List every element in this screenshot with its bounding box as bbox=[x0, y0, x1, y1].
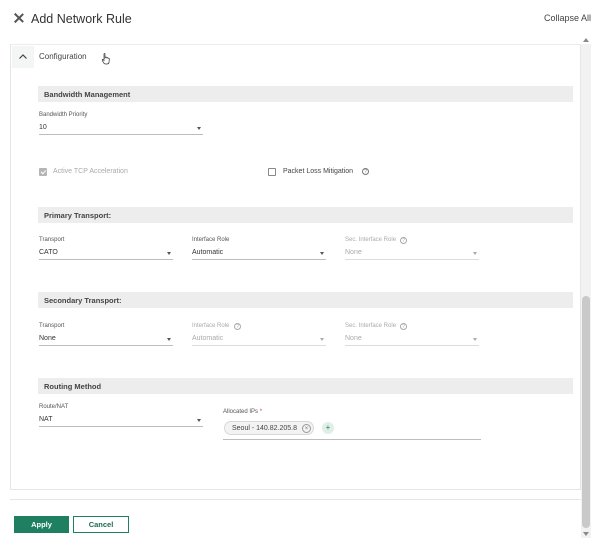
bandwidth-priority-value: 10 bbox=[39, 124, 47, 131]
ip-chip: Seoul - 140.82.205.8 × bbox=[224, 421, 314, 435]
chevron-down-icon bbox=[167, 252, 171, 255]
secondary-transport-label: Transport bbox=[39, 323, 65, 329]
active-tcp-checkbox[interactable] bbox=[39, 168, 47, 176]
scrollbar-thumb[interactable] bbox=[582, 296, 590, 528]
primary-sec-role-label: Sec. Interface Role bbox=[345, 237, 397, 243]
cancel-button[interactable]: Cancel bbox=[73, 516, 129, 533]
configuration-card: Configuration Bandwidth Management Bandw… bbox=[10, 44, 581, 490]
chevron-down-icon bbox=[167, 338, 171, 341]
primary-transport-section-header: Primary Transport: bbox=[38, 207, 573, 223]
configuration-label: Configuration bbox=[39, 52, 87, 61]
bandwidth-section-header: Bandwidth Management bbox=[38, 86, 573, 102]
secondary-transport-value: None bbox=[39, 335, 56, 342]
chevron-down-icon bbox=[473, 252, 477, 255]
allocated-ips-label: Allocated IPs * bbox=[223, 409, 262, 415]
close-icon[interactable] bbox=[12, 11, 26, 25]
chevron-down-icon bbox=[320, 338, 324, 341]
secondary-role-value: Automatic bbox=[192, 335, 224, 342]
allocated-ips-label-text: Allocated IPs bbox=[223, 409, 259, 415]
route-nat-value: NAT bbox=[39, 416, 53, 423]
chevron-down-icon bbox=[197, 419, 201, 422]
primary-role-label: Interface Role bbox=[192, 237, 230, 243]
primary-sec-role-select: None bbox=[345, 247, 479, 260]
secondary-transport-section-header: Secondary Transport: bbox=[38, 292, 573, 308]
bandwidth-priority-select[interactable]: 10 bbox=[39, 122, 203, 135]
primary-transport-select[interactable]: CATO bbox=[39, 247, 173, 260]
panel-header: Add Network Rule Collapse All bbox=[0, 0, 600, 36]
route-nat-label: Route/NAT bbox=[39, 404, 69, 410]
add-network-rule-panel: Add Network Rule Collapse All Configurat… bbox=[0, 0, 600, 543]
primary-transport-title: Primary Transport: bbox=[44, 211, 112, 220]
primary-role-value: Automatic bbox=[192, 249, 224, 256]
bandwidth-priority-label: Bandwidth Priority bbox=[39, 112, 88, 118]
scroll-down-arrow[interactable] bbox=[583, 532, 589, 536]
primary-role-select[interactable]: Automatic bbox=[192, 247, 326, 260]
routing-section-header: Routing Method bbox=[38, 378, 573, 394]
primary-transport-label: Transport bbox=[39, 237, 65, 243]
secondary-sec-role-label: Sec. Interface Role bbox=[345, 323, 397, 329]
scroll-up-arrow[interactable] bbox=[583, 38, 589, 42]
active-tcp-label: Active TCP Acceleration bbox=[53, 168, 128, 175]
secondary-role-label: Interface Role bbox=[192, 323, 230, 329]
bandwidth-section-title: Bandwidth Management bbox=[44, 90, 131, 99]
allocated-ips-field[interactable]: Seoul - 140.82.205.8 × + bbox=[223, 420, 481, 440]
add-ip-button[interactable]: + bbox=[322, 422, 334, 434]
packet-loss-help-icon[interactable]: ? bbox=[362, 168, 369, 175]
secondary-sec-role-help-icon[interactable]: ? bbox=[400, 323, 407, 330]
hand-cursor-icon bbox=[101, 53, 110, 65]
secondary-sec-role-value: None bbox=[345, 335, 362, 342]
chevron-down-icon bbox=[320, 252, 324, 255]
apply-button[interactable]: Apply bbox=[14, 516, 69, 533]
secondary-transport-title: Secondary Transport: bbox=[44, 296, 122, 305]
secondary-sec-role-select: None bbox=[345, 333, 479, 346]
packet-loss-label: Packet Loss Mitigation bbox=[283, 168, 354, 175]
chevron-down-icon bbox=[473, 338, 477, 341]
primary-sec-role-help-icon[interactable]: ? bbox=[400, 237, 407, 244]
secondary-role-select: Automatic bbox=[192, 333, 326, 346]
secondary-transport-select[interactable]: None bbox=[39, 333, 173, 346]
collapse-all-link[interactable]: Collapse All bbox=[544, 13, 591, 23]
route-nat-select[interactable]: NAT bbox=[39, 414, 203, 427]
footer-divider bbox=[10, 499, 581, 500]
primary-transport-value: CATO bbox=[39, 249, 58, 256]
remove-chip-icon[interactable]: × bbox=[302, 424, 311, 433]
page-title: Add Network Rule bbox=[31, 12, 132, 26]
required-mark: * bbox=[259, 409, 263, 415]
ip-chip-label: Seoul - 140.82.205.8 bbox=[232, 425, 297, 432]
primary-sec-role-value: None bbox=[345, 249, 362, 256]
chevron-down-icon bbox=[197, 127, 201, 130]
packet-loss-checkbox[interactable] bbox=[268, 168, 276, 176]
secondary-role-help-icon[interactable]: ? bbox=[234, 323, 241, 330]
collapse-section-button[interactable] bbox=[12, 46, 34, 68]
chevron-up-icon bbox=[19, 54, 27, 59]
routing-section-title: Routing Method bbox=[44, 382, 102, 391]
